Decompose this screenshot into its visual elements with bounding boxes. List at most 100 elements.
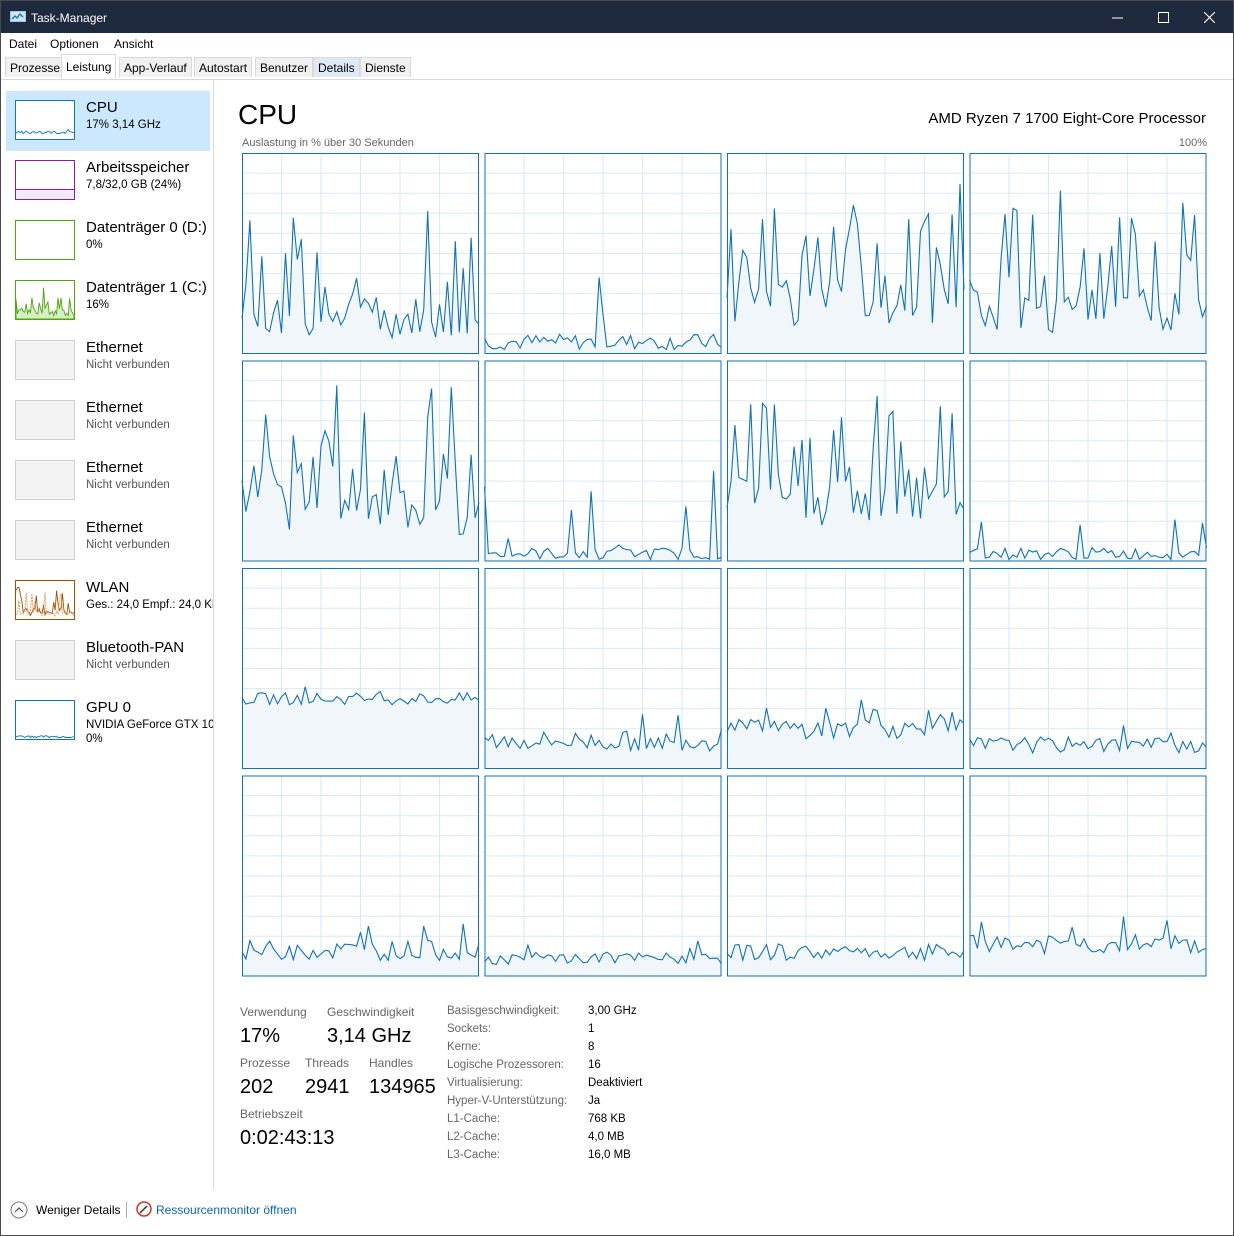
detail-value: 4,0 MB: [588, 1131, 625, 1143]
logical-processor-graph: [241, 153, 480, 354]
logical-processor-graph: [726, 775, 965, 977]
logical-processor-graph: [484, 153, 722, 354]
footer-divider: [126, 1202, 127, 1218]
logical-processor-graph: [241, 360, 480, 562]
logical-processor-graph: [969, 775, 1207, 977]
logical-processor-graph: [726, 568, 965, 769]
task-manager-app-icon: [10, 11, 26, 22]
detail-value: 16: [588, 1059, 601, 1071]
ethernet-4-thumbnail: [15, 520, 75, 560]
ethernet-3-thumbnail: [15, 460, 75, 500]
sidebar-item-name: CPU: [86, 99, 118, 116]
sidebar-item-detail: NVIDIA GeForce GTX 1080: [86, 719, 214, 731]
sidebar-item-name: Bluetooth-PAN: [86, 639, 185, 656]
close-button[interactable]: [1187, 1, 1233, 33]
usage-label: Verwendung: [240, 1005, 307, 1019]
detail-value: 768 KB: [588, 1113, 626, 1125]
sidebar-item-name: Datenträger 1 (C:): [86, 279, 207, 296]
menu-datei[interactable]: Datei: [9, 37, 37, 51]
ethernet-2-thumbnail: [15, 400, 75, 440]
wlan-thumbnail-graph: [15, 580, 75, 620]
sidebar-item-name: Ethernet: [86, 339, 143, 356]
tab-benutzer[interactable]: Benutzer: [255, 57, 314, 77]
sidebar-item-ethernet-3[interactable]: Ethernet Nicht verbunden: [6, 451, 210, 511]
open-resource-monitor-link[interactable]: Ressourcenmonitor öffnen: [156, 1203, 297, 1217]
tab-autostart[interactable]: Autostart: [194, 57, 253, 77]
sidebar-item-name: Ethernet: [86, 399, 143, 416]
minimize-button[interactable]: [1095, 1, 1141, 33]
sidebar-item-detail: Nicht verbunden: [86, 419, 170, 431]
logical-processor-graph: [241, 568, 480, 769]
uptime-value: 0:02:43:13: [240, 1127, 335, 1149]
ethernet-1-thumbnail: [15, 340, 75, 380]
logical-processor-graph: [241, 775, 480, 977]
menu-ansicht[interactable]: Ansicht: [114, 37, 153, 51]
menu-optionen[interactable]: Optionen: [50, 37, 99, 51]
logical-processor-graph: [483, 360, 722, 562]
menu-bar: Datei Optionen Ansicht: [1, 33, 1233, 53]
detail-value: 8: [588, 1041, 595, 1053]
detail-label: Sockets:: [447, 1023, 492, 1035]
logical-processor-graph: [726, 360, 965, 562]
sidebar-item-bluetooth-pan[interactable]: Bluetooth-PAN Nicht verbunden: [6, 631, 210, 691]
logical-processor-graph: [969, 568, 1207, 769]
tab-app-verlauf[interactable]: App-Verlauf: [119, 57, 192, 77]
sidebar-item-name: Ethernet: [86, 459, 143, 476]
sidebar-item-detail: 7,8/32,0 GB (24%): [86, 179, 182, 191]
tab-leistung[interactable]: Leistung: [61, 54, 117, 79]
sidebar-item-detail-2: 0%: [86, 733, 103, 745]
bluetooth-pan-thumbnail: [15, 640, 75, 680]
handles-label: Handles: [369, 1056, 414, 1070]
detail-label: L2-Cache:: [447, 1131, 501, 1143]
resource-monitor-icon[interactable]: [136, 1201, 152, 1217]
sidebar-item-detail: 17% 3,14 GHz: [86, 119, 161, 131]
sidebar-item-cpu[interactable]: CPU 17% 3,14 GHz: [6, 91, 210, 151]
tab-dienste[interactable]: Dienste: [360, 57, 411, 77]
sidebar-item-detail: Ges.: 24,0 Empf.: 24,0 KB: [86, 599, 214, 611]
sidebar-item-disk-0[interactable]: Datenträger 0 (D:) 0%: [6, 211, 210, 271]
sidebar-item-detail: Nicht verbunden: [86, 479, 170, 491]
uptime-label: Betriebszeit: [240, 1107, 303, 1121]
fewer-details-button[interactable]: Weniger Details: [36, 1203, 120, 1217]
close-icon: [1204, 12, 1215, 23]
sidebar-item-name: Arbeitsspeicher: [86, 159, 190, 176]
sidebar-item-name: Ethernet: [86, 519, 143, 536]
sidebar-item-disk-1[interactable]: Datenträger 1 (C:) 16%: [6, 271, 210, 331]
sidebar-item-memory[interactable]: Arbeitsspeicher 7,8/32,0 GB (24%): [6, 151, 210, 211]
sidebar-item-detail: 0%: [86, 239, 103, 251]
sidebar-item-ethernet-2[interactable]: Ethernet Nicht verbunden: [6, 391, 210, 451]
sidebar-item-name: GPU 0: [86, 699, 132, 716]
sidebar-item-ethernet-4[interactable]: Ethernet Nicht verbunden: [6, 511, 210, 571]
maximize-button[interactable]: [1141, 1, 1187, 33]
disk-0-thumbnail-graph: [15, 220, 75, 260]
task-manager-window: Task-Manager Datei Optionen Ansicht Proz…: [0, 0, 1234, 1236]
sidebar-item-ethernet-1[interactable]: Ethernet Nicht verbunden: [6, 331, 210, 391]
sidebar-item-wlan[interactable]: WLAN Ges.: 24,0 Empf.: 24,0 KB: [6, 571, 213, 631]
handles-value: 134965: [369, 1076, 436, 1098]
detail-value: 1: [588, 1023, 595, 1035]
detail-label: Virtualisierung:: [447, 1077, 523, 1089]
chevron-up-icon[interactable]: [10, 1201, 28, 1219]
sidebar-item-detail: Nicht verbunden: [86, 539, 170, 551]
detail-label: L1-Cache:: [447, 1113, 501, 1125]
logical-processor-graph: [484, 775, 722, 977]
sidebar-item-detail: 16%: [86, 299, 110, 311]
window-title: Task-Manager: [31, 11, 108, 25]
detail-value: Deaktiviert: [588, 1077, 643, 1089]
detail-label: Logische Prozessoren:: [447, 1059, 564, 1071]
detail-value: 3,00 GHz: [588, 1005, 637, 1017]
tab-details[interactable]: Details: [313, 57, 360, 77]
gpu-thumbnail-graph: [15, 700, 75, 740]
disk-1-thumbnail-graph: [15, 280, 75, 320]
cpu-thumbnail-graph: [15, 100, 75, 140]
memory-thumbnail-graph: [15, 160, 75, 200]
minimize-icon: [1112, 17, 1123, 19]
detail-label: Kerne:: [447, 1041, 481, 1053]
detail-label: L3-Cache:: [447, 1149, 501, 1161]
processes-label: Prozesse: [240, 1056, 291, 1070]
tab-prozesse[interactable]: Prozesse: [5, 57, 66, 77]
title-bar[interactable]: Task-Manager: [1, 1, 1233, 33]
tab-bar: Prozesse Leistung App-Verlauf Autostart …: [1, 53, 1233, 80]
sidebar-item-gpu-0[interactable]: GPU 0 NVIDIA GeForce GTX 1080 0%: [6, 691, 213, 751]
resource-sidebar: CPU 17% 3,14 GHz Arbeitsspeicher 7,8/32,…: [1, 79, 214, 1189]
